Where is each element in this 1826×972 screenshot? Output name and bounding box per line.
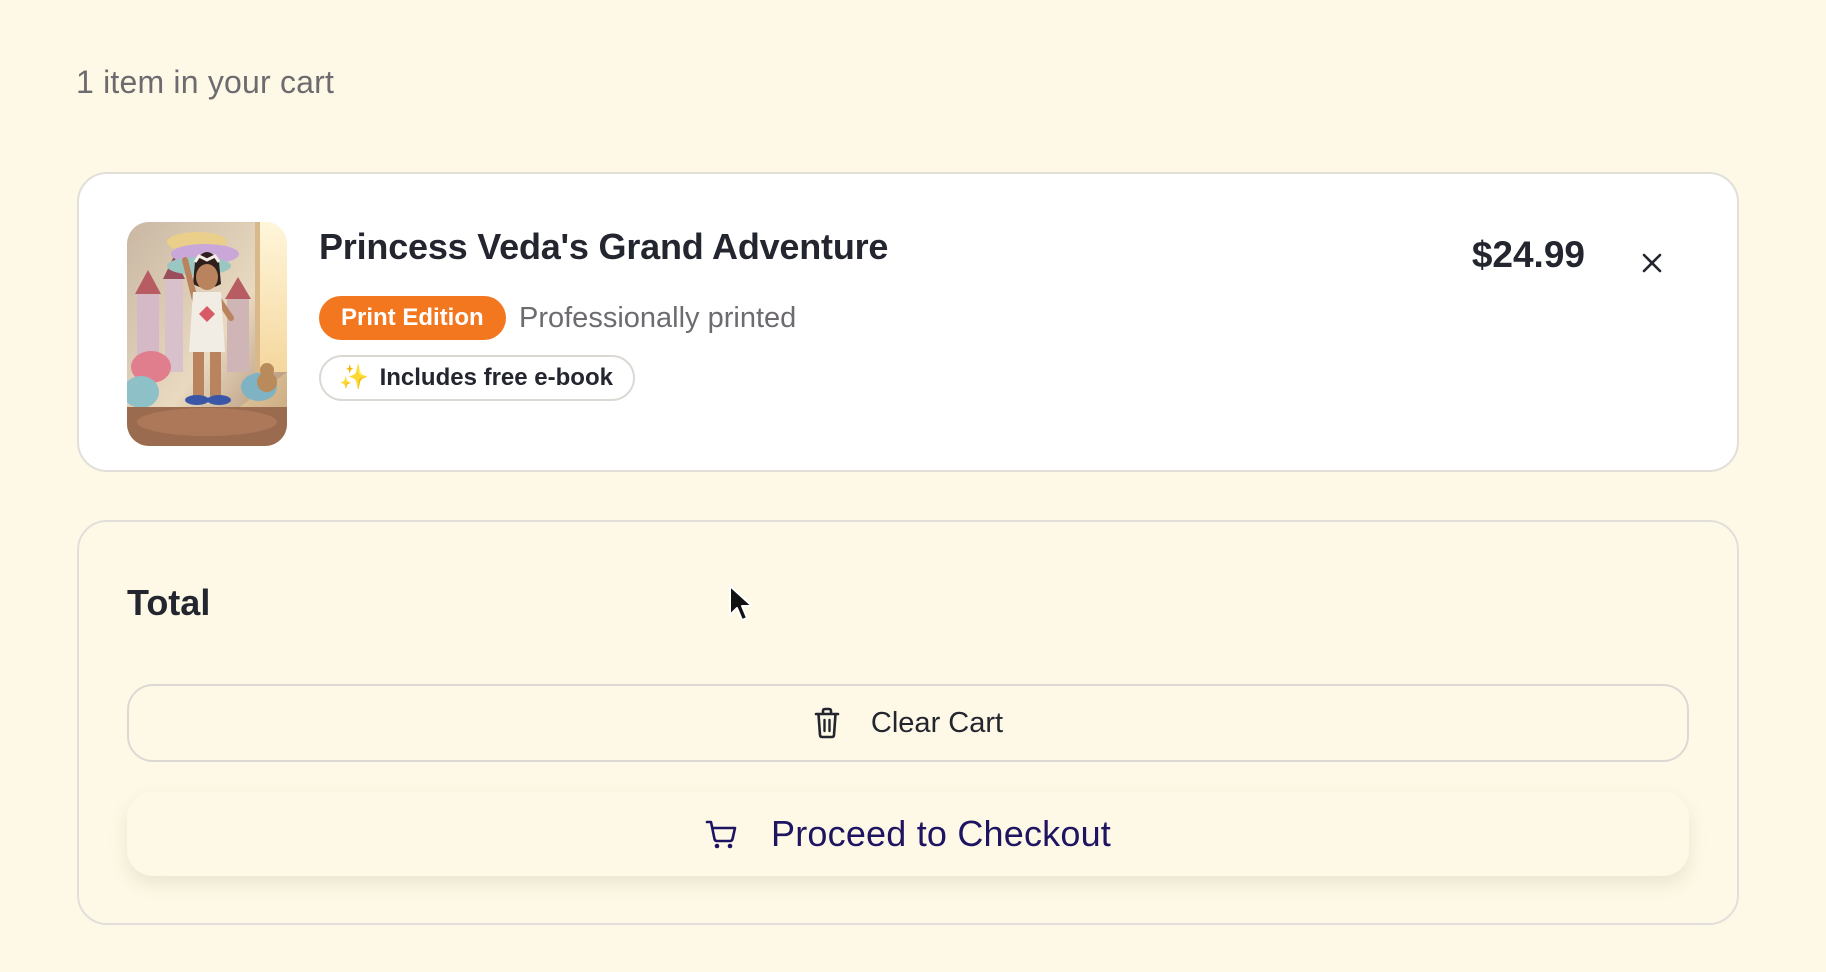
- free-ebook-badge: ✨ Includes free e-book: [319, 355, 635, 401]
- total-label: Total: [127, 582, 211, 623]
- print-edition-badge: Print Edition: [319, 296, 506, 340]
- close-icon: [1642, 253, 1662, 273]
- book-cover-image[interactable]: [127, 222, 287, 446]
- mouse-pointer-icon: [729, 585, 753, 621]
- book-cover-illustration: [127, 222, 287, 446]
- order-summary-card: Total Clear Cart Proceed to Checkout: [77, 520, 1739, 925]
- clear-cart-label: Clear Cart: [870, 706, 1004, 739]
- free-ebook-label: Includes free e-book: [379, 364, 613, 391]
- clear-cart-button[interactable]: Clear Cart: [127, 684, 1689, 762]
- proceed-to-checkout-button[interactable]: Proceed to Checkout: [127, 792, 1689, 876]
- proceed-to-checkout-label: Proceed to Checkout: [771, 813, 1111, 854]
- cart-item-card: Princess Veda's Grand Adventure Print Ed…: [77, 172, 1739, 472]
- sparkles-icon: ✨: [339, 364, 369, 391]
- item-price: $24.99: [1471, 234, 1585, 275]
- print-edition-note: Professionally printed: [519, 302, 797, 334]
- item-title[interactable]: Princess Veda's Grand Adventure: [319, 226, 888, 268]
- remove-item-button[interactable]: [1637, 248, 1667, 278]
- shopping-cart-icon: [705, 818, 737, 850]
- cart-count-text: 1 item in your cart: [76, 64, 335, 100]
- trash-icon: [813, 707, 841, 739]
